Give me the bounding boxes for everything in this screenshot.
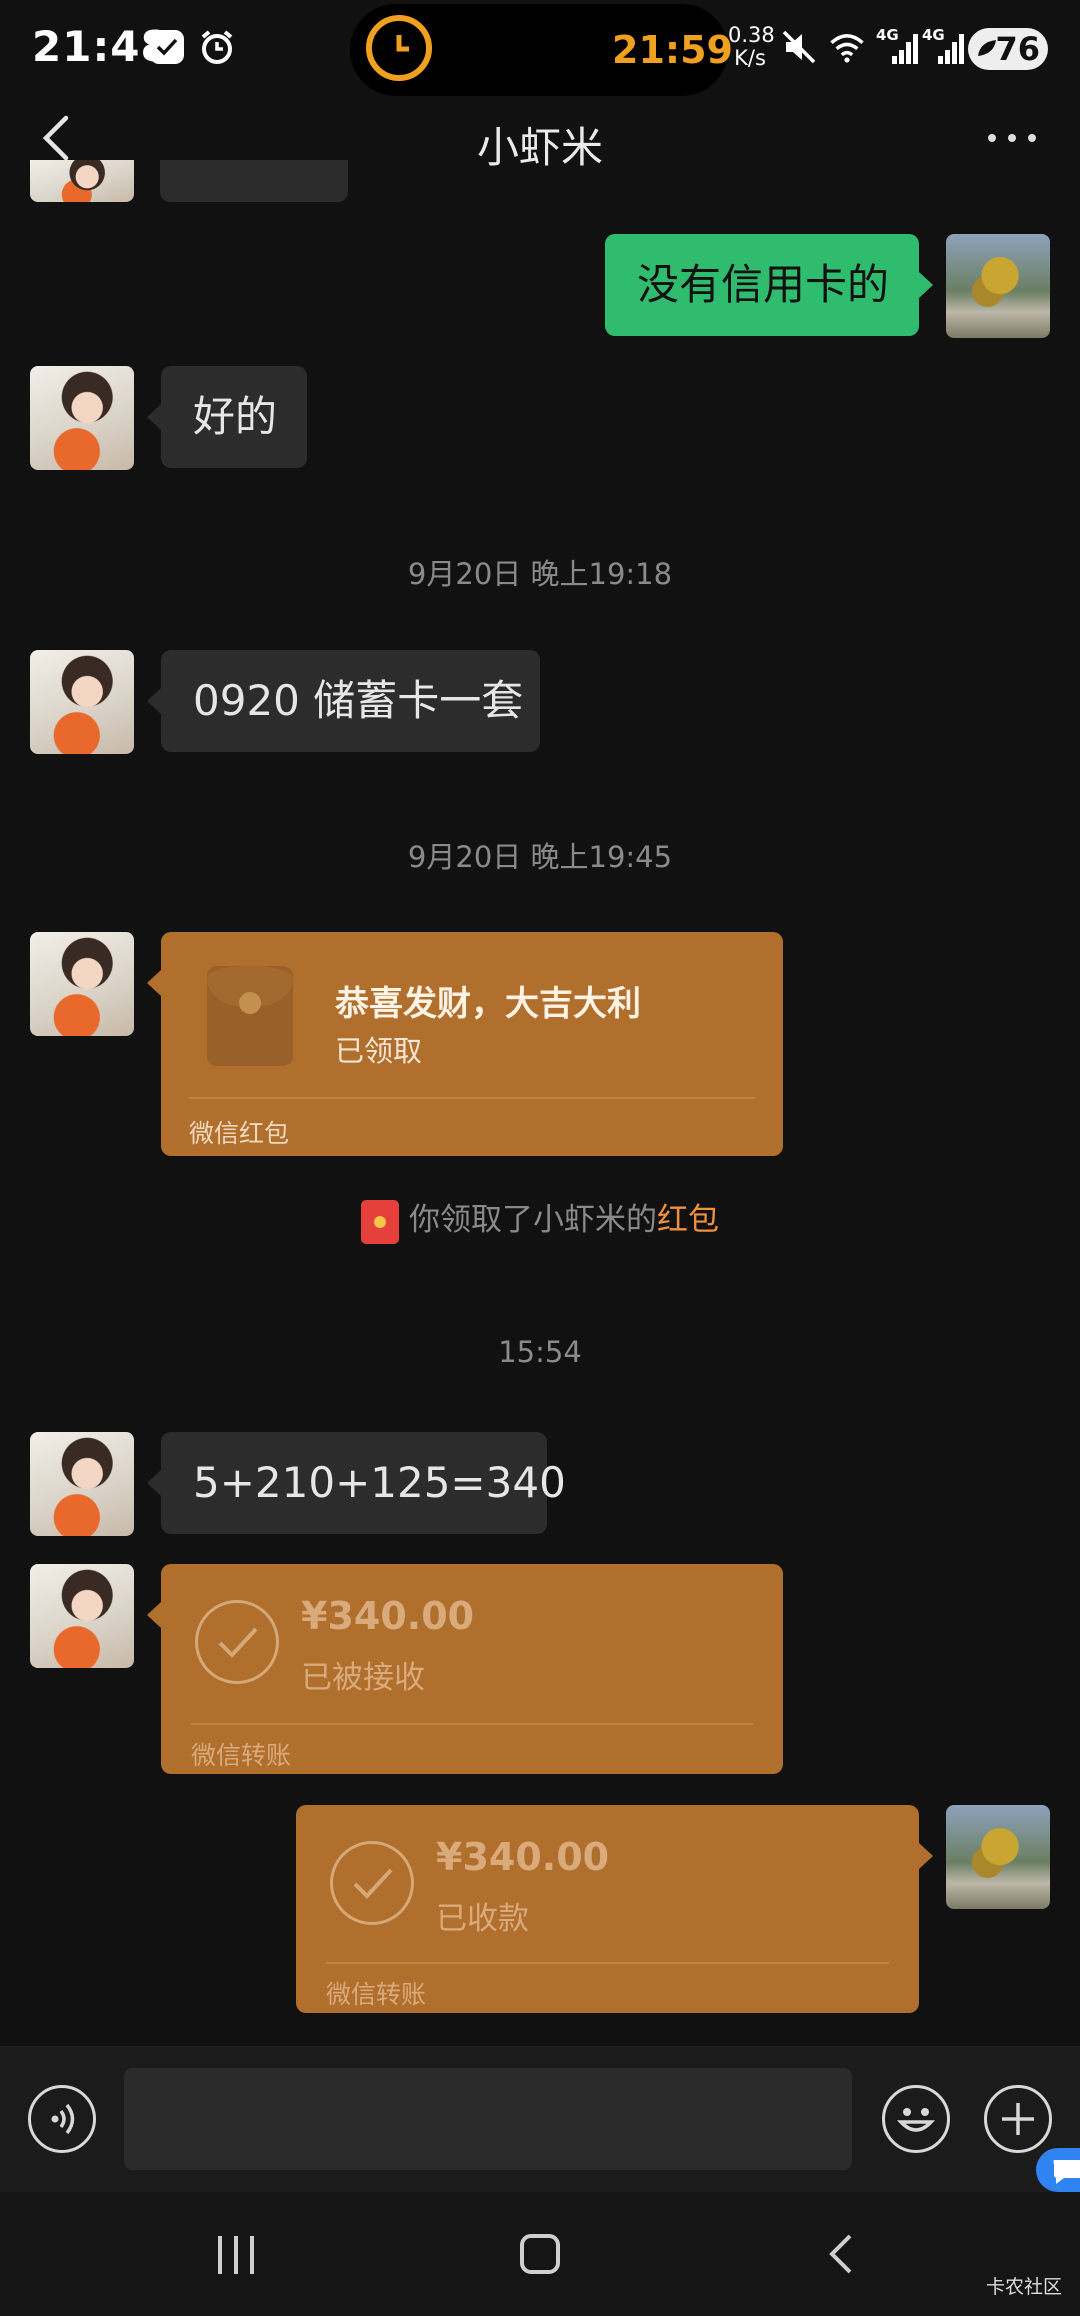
net-speed: 0.38 K/s — [728, 23, 775, 70]
check-circle-icon — [195, 1600, 279, 1684]
message-bubble-partial[interactable] — [160, 160, 348, 202]
red-packet-status: 已领取 — [335, 1034, 423, 1068]
home-button[interactable] — [520, 2234, 560, 2274]
message-text: 0920 储蓄卡一套 — [193, 676, 524, 725]
red-packet-footer: 微信红包 — [189, 1119, 290, 1148]
system-notice-text: 你领取了小虾米的 — [409, 1202, 657, 1238]
message-bubble-contact[interactable]: 5+210+125=340 — [147, 1432, 566, 1534]
emoji-icon — [896, 2108, 936, 2132]
message-bubble-self[interactable]: 没有信用卡的 — [605, 234, 933, 336]
red-packet-icon — [207, 966, 293, 1066]
timestamp: 15:54 — [498, 1335, 582, 1369]
avatar-self[interactable] — [946, 234, 1050, 338]
net-speed-unit: K/s — [734, 46, 766, 70]
transfer-amount: ¥340.00 — [301, 1594, 475, 1638]
nav-back-button[interactable] — [822, 2230, 862, 2278]
message-text: 好的 — [193, 392, 278, 441]
timestamp: 9月20日 晚上19:45 — [407, 840, 673, 874]
system-notice: 你领取了小虾米的红包 — [0, 1194, 1080, 1244]
transfer-status: 已被接收 — [301, 1660, 425, 1696]
message-text: 没有信用卡的 — [637, 260, 890, 309]
transfer-amount: ¥340.00 — [436, 1835, 610, 1879]
message-input[interactable] — [124, 2068, 852, 2170]
transfer-card-received[interactable]: ¥340.00 已被接收 微信转账 — [147, 1564, 783, 1774]
mute-icon — [782, 30, 816, 64]
card-divider — [326, 1962, 889, 1964]
message-bubble-contact[interactable]: 好的 — [147, 366, 307, 468]
red-packet-card[interactable]: 恭喜发财，大吉大利 已领取 微信红包 — [147, 932, 783, 1156]
red-packet-mini-icon — [361, 1199, 399, 1244]
plus-icon — [1002, 2103, 1034, 2135]
check-app-icon — [150, 30, 184, 64]
red-packet-title: 恭喜发财，大吉大利 — [335, 984, 641, 1024]
battery-level: 76 — [995, 30, 1040, 68]
emoji-button[interactable] — [882, 2085, 950, 2153]
plus-button[interactable] — [984, 2085, 1052, 2153]
avatar-contact[interactable] — [30, 1564, 134, 1668]
floating-chat-icon[interactable] — [1036, 2148, 1080, 2192]
transfer-card-accepted[interactable]: ¥340.00 已收款 微信转账 — [296, 1805, 933, 2013]
net-speed-value: 0.38 — [728, 23, 775, 47]
cell-signal-1-icon: 4G — [876, 26, 922, 68]
avatar-contact[interactable] — [30, 1432, 134, 1536]
message-text: 5+210+125=340 — [193, 1458, 566, 1507]
more-button[interactable] — [976, 118, 1048, 158]
voice-icon — [51, 2103, 75, 2135]
card-divider — [189, 1097, 755, 1099]
transfer-status: 已收款 — [436, 1901, 529, 1937]
timestamp: 9月20日 晚上19:18 — [407, 557, 673, 591]
avatar-contact[interactable] — [30, 366, 134, 470]
avatar-contact[interactable] — [30, 932, 134, 1036]
cell-signal-2-icon: 4G — [922, 26, 968, 68]
more-dots-icon — [988, 134, 996, 142]
red-packet-link[interactable]: 红包 — [657, 1202, 719, 1238]
wifi-icon — [830, 34, 864, 63]
recent-apps-button[interactable] — [216, 2236, 258, 2274]
message-bubble-contact[interactable]: 0920 储蓄卡一套 — [147, 650, 540, 752]
avatar-contact[interactable] — [30, 650, 134, 754]
timer-icon — [366, 15, 432, 81]
card-divider — [191, 1723, 753, 1725]
chevron-left-icon — [829, 2234, 852, 2274]
charging-icon — [978, 40, 996, 56]
island-timer-text: 21:59 — [612, 28, 733, 72]
check-circle-icon — [330, 1841, 414, 1925]
avatar-self[interactable] — [946, 1805, 1050, 1909]
alarm-icon — [201, 30, 233, 64]
transfer-footer: 微信转账 — [191, 1741, 292, 1770]
avatar-contact-partial[interactable] — [30, 160, 134, 202]
transfer-footer: 微信转账 — [326, 1980, 427, 2009]
voice-button[interactable] — [28, 2085, 96, 2153]
watermark: 卡农社区 — [986, 2276, 1063, 2298]
battery-indicator: 76 — [968, 28, 1048, 70]
